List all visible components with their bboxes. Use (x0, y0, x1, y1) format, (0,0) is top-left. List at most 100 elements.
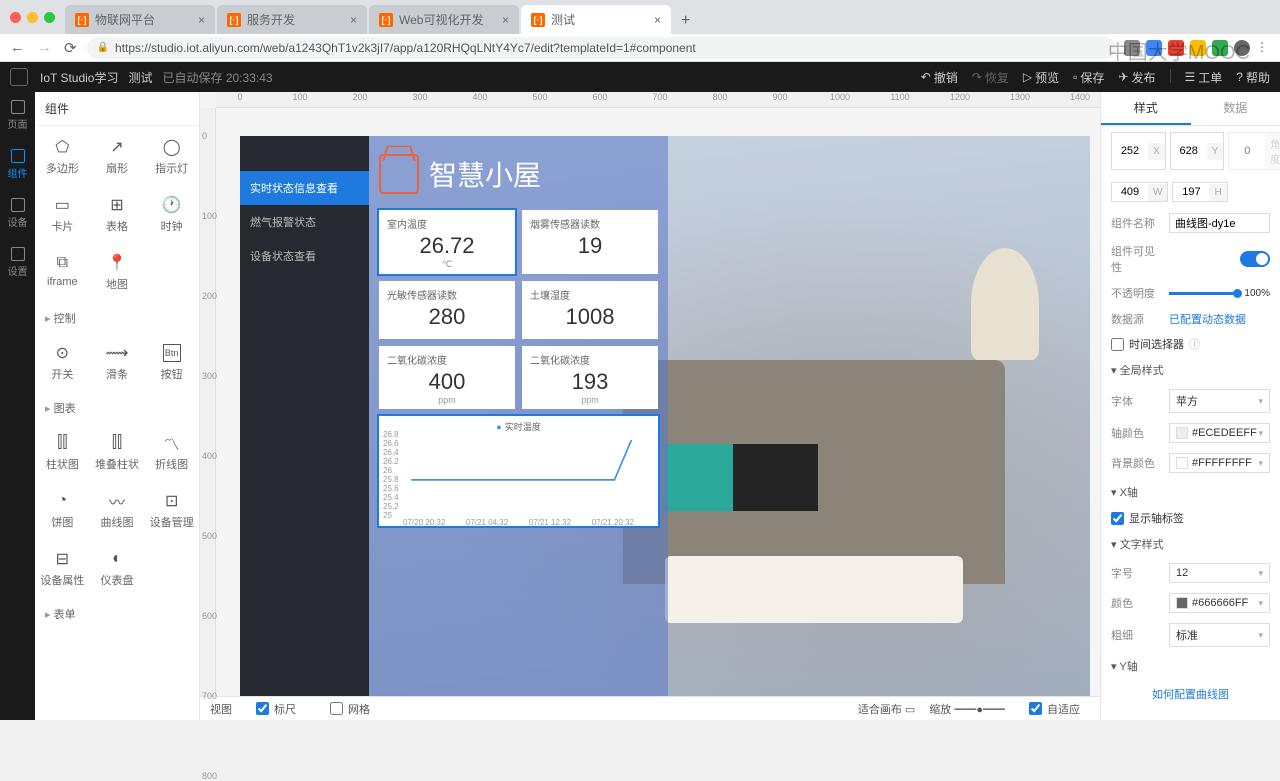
save-button[interactable]: ▫ 保存 (1073, 69, 1104, 86)
font-select[interactable]: 苹方 (1169, 389, 1270, 413)
comp-item[interactable]: 📍地图 (92, 246, 143, 300)
metric-card[interactable]: 二氧化碳浓度193ppm (522, 346, 658, 409)
comp-item[interactable]: ◐仪表盘 (92, 542, 143, 596)
comp-item[interactable]: 〰曲线图 (92, 484, 143, 538)
publish-button[interactable]: ✈ 发布 (1118, 69, 1155, 86)
ruler-vertical: 0100200300400500600700800 (200, 108, 216, 696)
opacity-slider[interactable] (1169, 292, 1238, 295)
group-chart[interactable]: 图表 (35, 394, 199, 422)
metric-card[interactable]: 土壤湿度1008 (522, 281, 658, 339)
fontcolor-input[interactable]: #666666FF (1169, 593, 1270, 613)
preview-button[interactable]: ▷ 预览 (1023, 69, 1059, 86)
help-link[interactable]: 如何配置曲线图 (1101, 680, 1280, 708)
close-icon[interactable]: × (350, 13, 357, 27)
address-bar: ← → ⟳ 🔒https://studio.iot.aliyun.com/web… (0, 34, 1280, 62)
comp-item[interactable]: 〽折线图 (146, 426, 197, 480)
undo-button[interactable]: ↶ 撤销 (921, 69, 958, 86)
forward-button[interactable]: → (35, 37, 54, 58)
window-controls[interactable] (10, 12, 55, 23)
browser-tab[interactable]: [·]物联网平台× (65, 5, 215, 34)
menu-item[interactable]: 燃气报警状态 (240, 205, 369, 239)
autosave-status: 已自动保存 20:33:43 (163, 69, 273, 86)
extensions[interactable]: ⋮ (1124, 40, 1272, 56)
section-textstyle[interactable]: 文字样式 (1101, 530, 1280, 558)
section-global[interactable]: 全局样式 (1101, 356, 1280, 384)
help-button[interactable]: ? 帮助 (1236, 69, 1270, 86)
chart-widget[interactable]: 实时温度 26.826.626.426.22625.825.625.425.22… (379, 416, 658, 526)
group-control[interactable]: 控制 (35, 304, 199, 332)
fontsize-select[interactable]: 12 (1169, 563, 1270, 583)
comp-item[interactable]: ⫿⫿柱状图 (37, 426, 88, 480)
grid-toggle[interactable]: 网格 (320, 697, 380, 721)
url-input[interactable]: 🔒https://studio.iot.aliyun.com/web/a1243… (87, 37, 1116, 59)
lock-icon: 🔒 (97, 42, 109, 53)
comp-item[interactable]: Btn按钮 (146, 336, 197, 390)
close-icon[interactable]: × (502, 13, 509, 27)
browser-tab[interactable]: [·]服务开发× (217, 5, 367, 34)
new-tab-button[interactable]: + (673, 8, 698, 34)
comp-item[interactable]: ⫿⫿堆叠柱状 (92, 426, 143, 480)
comp-item[interactable]: 🕐时钟 (146, 188, 197, 242)
pos-x-input[interactable]: X (1111, 132, 1166, 170)
page-name[interactable]: 测试 (128, 69, 152, 86)
canvas-footer: 视图 标尺 网格 适合画布 ▭ 缩放 ━━●━━ 自适应 (200, 696, 1100, 720)
adapt-toggle[interactable]: 自适应 (1019, 697, 1090, 721)
nav-settings[interactable]: 设置 (8, 247, 28, 278)
dashboard-widget[interactable]: 实时状态信息查看 燃气报警状态 设备状态查看 智慧小屋 室内温度26.72℃烟雾… (240, 136, 668, 696)
visibility-toggle[interactable] (1240, 251, 1270, 267)
datasource-link[interactable]: 已配置动态数据 (1169, 311, 1246, 327)
view-label: 视图 (210, 701, 232, 717)
showlabel-checkbox[interactable] (1111, 512, 1124, 525)
fontweight-select[interactable]: 标准 (1169, 623, 1270, 647)
comp-item[interactable]: ⊡设备管理 (146, 484, 197, 538)
comp-item[interactable]: ⟿滑条 (92, 336, 143, 390)
redo-button[interactable]: ↷ 恢复 (972, 69, 1009, 86)
comp-item[interactable]: ⧉iframe (37, 246, 88, 300)
reload-button[interactable]: ⟳ (62, 37, 79, 59)
size-w-input[interactable]: W (1111, 182, 1168, 202)
close-icon[interactable]: × (654, 13, 661, 27)
comp-item[interactable]: ⊟设备属性 (37, 542, 88, 596)
nav-pages[interactable]: 页面 (8, 100, 28, 131)
comp-item[interactable]: ⊞表格 (92, 188, 143, 242)
section-xaxis[interactable]: X轴 (1101, 478, 1280, 506)
comp-item[interactable]: ⬠多边形 (37, 130, 88, 184)
tab-style[interactable]: 样式 (1101, 92, 1191, 125)
zoom-control[interactable]: 缩放 ━━●━━ (929, 701, 1005, 717)
back-button[interactable]: ← (8, 37, 27, 58)
metric-card[interactable]: 烟雾传感器读数19 (522, 210, 658, 274)
canvas[interactable]: 实时状态信息查看 燃气报警状态 设备状态查看 智慧小屋 室内温度26.72℃烟雾… (216, 108, 1100, 696)
rotate-input[interactable]: 角度 (1228, 132, 1280, 170)
metric-card[interactable]: 室内温度26.72℃ (379, 210, 515, 274)
menu-item[interactable]: 实时状态信息查看 (240, 171, 369, 205)
section-yaxis[interactable]: Y轴 (1101, 652, 1280, 680)
chart-line (383, 433, 654, 515)
fit-canvas[interactable]: 适合画布 ▭ (858, 701, 915, 717)
comp-item[interactable]: ◔饼图 (37, 484, 88, 538)
tab-data[interactable]: 数据 (1191, 92, 1280, 125)
project-name[interactable]: IoT Studio学习 (40, 69, 118, 86)
nav-devices[interactable]: 设备 (8, 198, 28, 229)
dashboard-title: 智慧小屋 (379, 146, 658, 210)
browser-tab[interactable]: [·]Web可视化开发× (369, 5, 519, 34)
menu-item[interactable]: 设备状态查看 (240, 239, 369, 273)
component-name-input[interactable] (1169, 213, 1270, 233)
metric-card[interactable]: 二氧化碳浓度400ppm (379, 346, 515, 409)
browser-tab-active[interactable]: [·]测试× (521, 5, 671, 34)
comp-item[interactable]: ⊙开关 (37, 336, 88, 390)
group-form[interactable]: 表单 (35, 600, 199, 628)
bg-color-input[interactable]: #FFFFFFFF (1169, 453, 1270, 473)
axis-color-input[interactable]: #ECEDEEFF (1169, 423, 1270, 443)
tickets-button[interactable]: ☰ 工单 (1185, 69, 1223, 86)
pos-y-input[interactable]: Y (1170, 132, 1225, 170)
comp-item[interactable]: ▭卡片 (37, 188, 88, 242)
close-icon[interactable]: × (198, 13, 205, 27)
comp-item[interactable]: ↗扇形 (92, 130, 143, 184)
app-logo[interactable] (10, 68, 28, 86)
ruler-toggle[interactable]: 标尺 (246, 697, 306, 721)
metric-card[interactable]: 光敏传感器读数280 (379, 281, 515, 339)
size-h-input[interactable]: H (1172, 182, 1227, 202)
nav-components[interactable]: 组件 (8, 149, 28, 180)
comp-item[interactable]: ◯指示灯 (146, 130, 197, 184)
timeselect-checkbox[interactable] (1111, 338, 1124, 351)
